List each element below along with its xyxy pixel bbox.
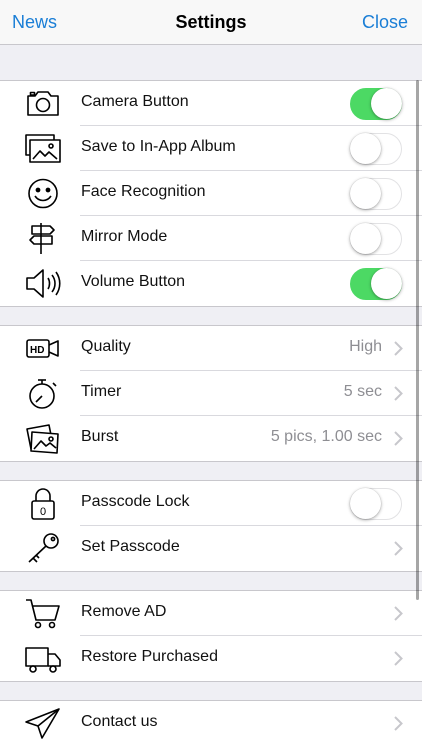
burst-photos-icon <box>24 422 62 455</box>
face-recognition-row: Face Recognition <box>0 171 422 216</box>
shopping-cart-icon <box>24 597 62 630</box>
paper-plane-icon <box>24 707 62 740</box>
passcode-lock-label: Passcode Lock <box>81 493 190 510</box>
set-passcode-label: Set Passcode <box>81 538 180 555</box>
chevron-right-icon <box>393 651 403 666</box>
purchase-section: Remove AD Restore Purchased <box>0 590 422 682</box>
svg-text:HD: HD <box>30 345 44 356</box>
face-recognition-toggle[interactable] <box>350 178 402 210</box>
photo-album-icon <box>24 132 62 165</box>
chevron-right-icon <box>393 606 403 621</box>
chevron-right-icon <box>393 341 403 356</box>
face-recognition-label: Face Recognition <box>81 183 206 200</box>
timer-row[interactable]: Timer 5 sec <box>0 371 422 416</box>
save-album-toggle[interactable] <box>350 133 402 165</box>
chevron-right-icon <box>393 716 403 731</box>
speaker-icon <box>24 267 62 300</box>
navigation-bar: News Settings Close <box>0 0 422 45</box>
passcode-lock-toggle[interactable] <box>350 488 402 520</box>
page-title: Settings <box>175 12 247 32</box>
save-album-label: Save to In-App Album <box>81 138 236 155</box>
stopwatch-icon <box>24 377 62 410</box>
mirror-mode-row: Mirror Mode <box>0 216 422 261</box>
remove-ad-row[interactable]: Remove AD <box>0 591 422 636</box>
smiley-face-icon <box>24 177 62 210</box>
capture-settings-section: Camera Button Save to In-App Album Face … <box>0 80 422 307</box>
photo-settings-section: HD Quality High Timer 5 sec Burst 5 pics… <box>0 325 422 462</box>
close-button[interactable]: Close <box>362 12 408 33</box>
delivery-truck-icon <box>24 642 62 675</box>
svg-text:0: 0 <box>40 506 46 518</box>
burst-row[interactable]: Burst 5 pics, 1.00 sec <box>0 416 422 461</box>
chevron-right-icon <box>393 386 403 401</box>
chevron-right-icon <box>393 431 403 446</box>
passcode-lock-row: 0 Passcode Lock <box>0 481 422 526</box>
volume-button-toggle[interactable] <box>350 268 402 300</box>
hd-video-icon: HD <box>24 332 62 365</box>
contact-section: Contact us <box>0 700 422 750</box>
key-icon <box>24 532 62 565</box>
volume-button-label: Volume Button <box>81 273 186 290</box>
save-album-row: Save to In-App Album <box>0 126 422 171</box>
padlock-icon: 0 <box>24 487 62 520</box>
burst-label: Burst <box>81 428 119 445</box>
quality-label: Quality <box>81 338 131 355</box>
security-section: 0 Passcode Lock Set Passcode <box>0 480 422 572</box>
timer-value: 5 sec <box>343 383 382 400</box>
mirror-mode-toggle[interactable] <box>350 223 402 255</box>
camera-icon <box>24 87 62 120</box>
mirror-mode-label: Mirror Mode <box>81 228 168 245</box>
timer-label: Timer <box>81 383 122 400</box>
remove-ad-label: Remove AD <box>81 603 167 620</box>
chevron-right-icon <box>393 541 403 556</box>
contact-us-label: Contact us <box>81 713 158 730</box>
quality-value: High <box>349 338 382 355</box>
quality-row[interactable]: HD Quality High <box>0 326 422 371</box>
signpost-icon <box>24 222 62 255</box>
scrollbar[interactable] <box>416 80 419 600</box>
restore-purchased-row[interactable]: Restore Purchased <box>0 636 422 681</box>
restore-purchased-label: Restore Purchased <box>81 648 218 665</box>
burst-value: 5 pics, 1.00 sec <box>270 428 382 445</box>
camera-button-toggle[interactable] <box>350 88 402 120</box>
camera-button-row: Camera Button <box>0 81 422 126</box>
contact-us-row[interactable]: Contact us <box>0 701 422 746</box>
set-passcode-row[interactable]: Set Passcode <box>0 526 422 571</box>
camera-button-label: Camera Button <box>81 93 189 110</box>
volume-button-row: Volume Button <box>0 261 422 306</box>
